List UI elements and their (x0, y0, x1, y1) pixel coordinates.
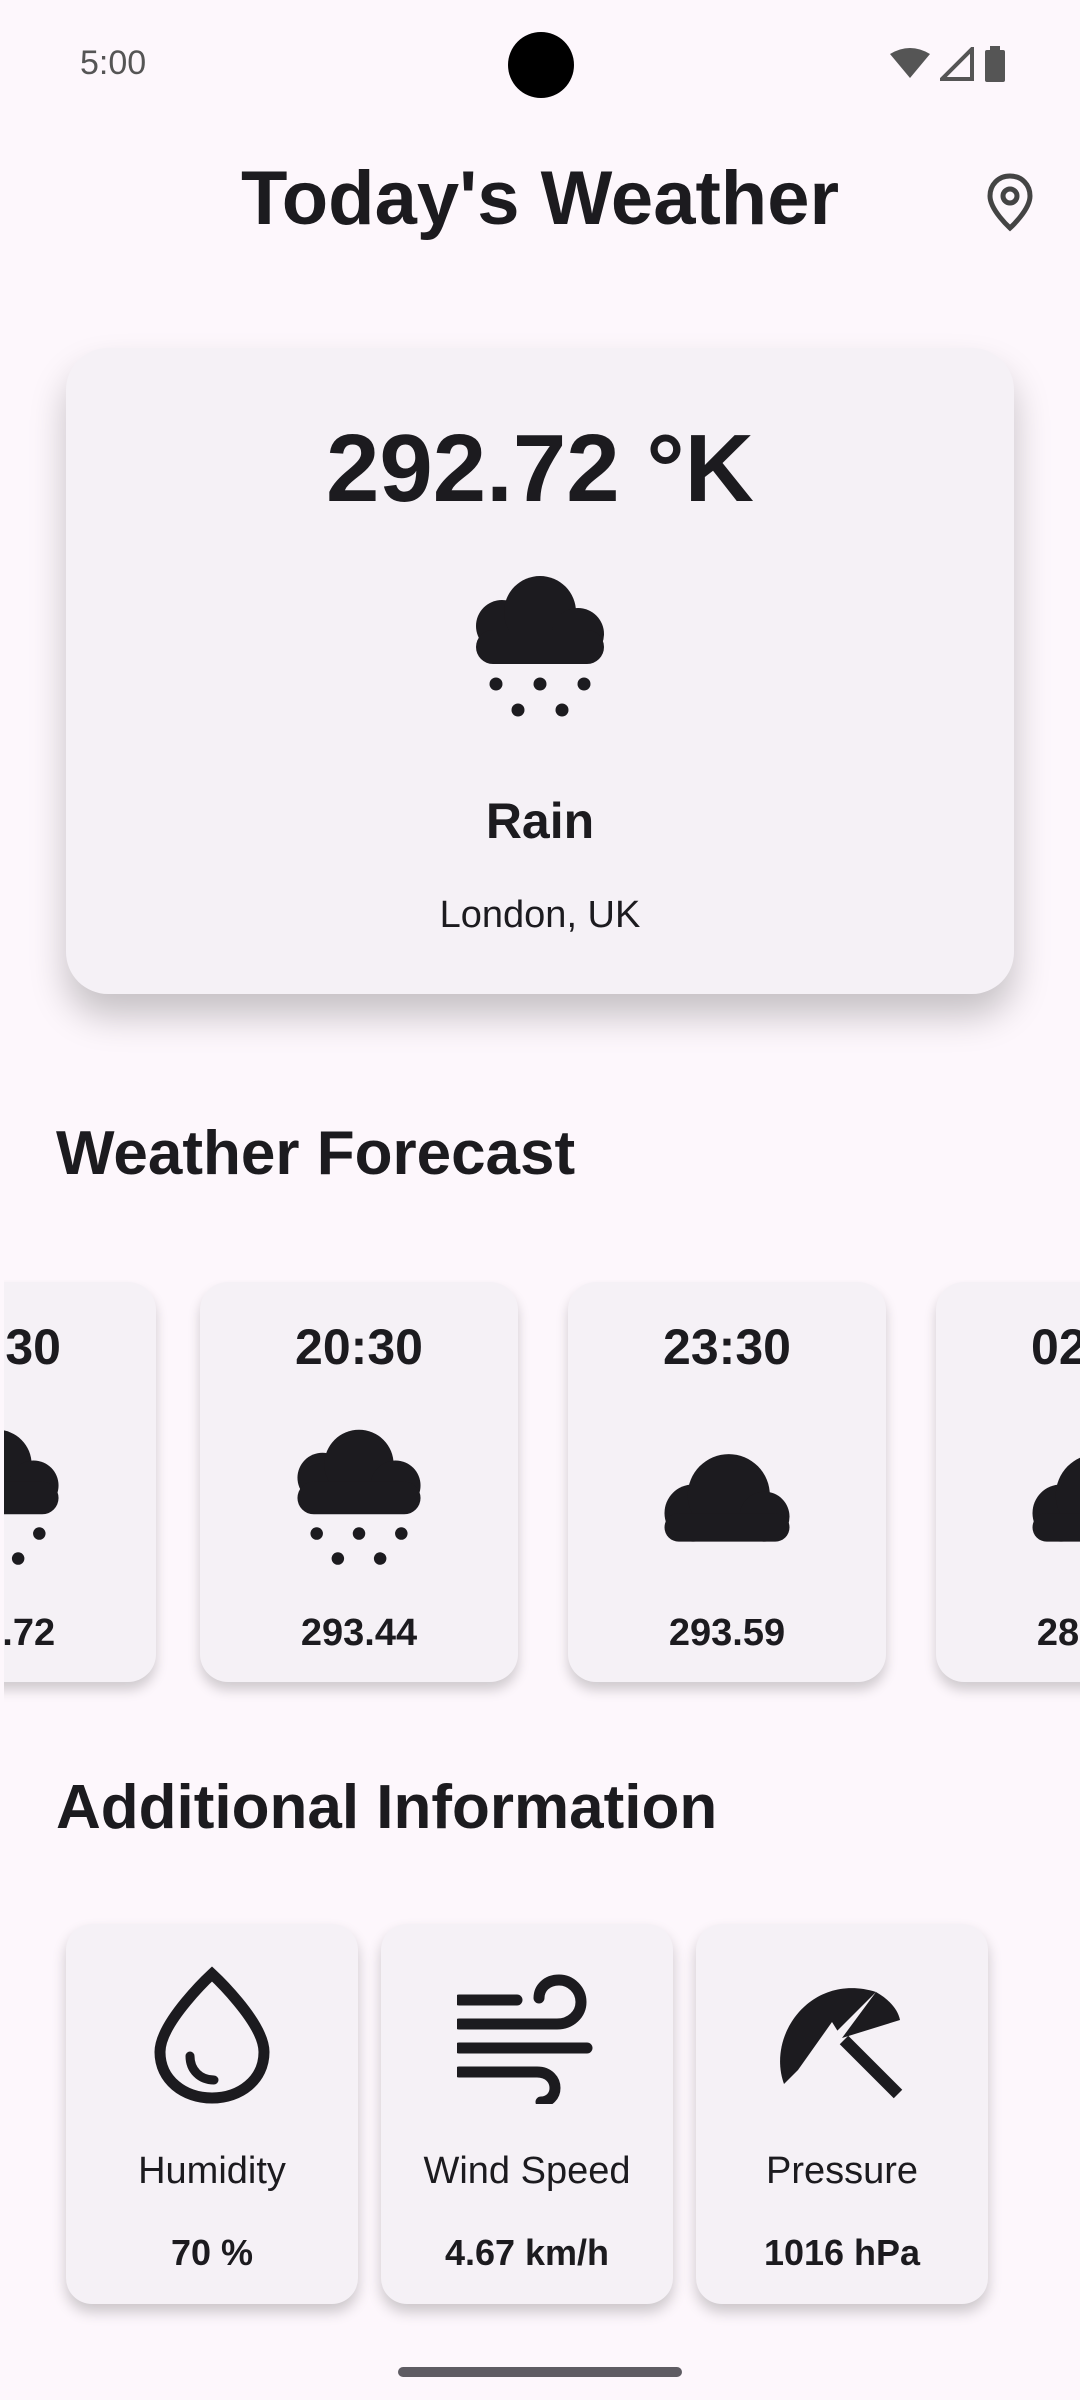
wind-speed-card: Wind Speed 4.67 km/h (381, 1924, 673, 2304)
forecast-time: 17:30 (4, 1319, 61, 1375)
location-button[interactable] (984, 172, 1036, 232)
pressure-value: 1016 hPa (763, 2232, 921, 2273)
forecast-card[interactable]: 20:30 293.44 (200, 1282, 518, 1682)
current-temperature: 292.72 °K (325, 415, 754, 522)
forecast-temp: 293.44 (300, 1612, 418, 1654)
rain-cloud-icon (297, 1429, 421, 1565)
pressure-card: Pressure 1016 hPa (696, 1924, 988, 2304)
status-bar-icons (890, 46, 1006, 82)
forecast-temp: 292.72 (4, 1612, 56, 1654)
forecast-time: 20:30 (295, 1319, 423, 1375)
wind-icon (457, 1974, 593, 2104)
page-title: Today's Weather (240, 156, 840, 241)
battery-icon (985, 46, 1005, 82)
umbrella-icon (780, 1988, 903, 2099)
forecast-card[interactable]: 17:30 292.72 (4, 1282, 156, 1682)
wifi-icon (890, 48, 930, 78)
forecast-temp: 293.59 (668, 1612, 786, 1654)
status-bar-time: 5:00 (80, 44, 147, 82)
forecast-card[interactable]: 23:30 293.59 (568, 1282, 886, 1682)
forecast-time: 02:30 (1031, 1319, 1080, 1375)
humidity-value: 70 % (170, 2232, 254, 2273)
cloud-icon (1032, 1454, 1080, 1542)
wind-speed-value: 4.67 km/h (444, 2232, 610, 2273)
water-drop-icon (154, 1966, 270, 2104)
camera-cutout (508, 32, 574, 98)
additional-info-title: Additional Information (56, 1773, 718, 1842)
current-condition: Rain (485, 793, 595, 849)
location-pin-icon (987, 173, 1033, 232)
forecast-section-title: Weather Forecast (56, 1119, 576, 1188)
home-indicator[interactable] (398, 2367, 682, 2377)
humidity-label: Humidity (138, 2150, 286, 2192)
forecast-time: 23:30 (663, 1319, 791, 1375)
forecast-temp: 289.00 (1036, 1612, 1080, 1654)
current-location: London, UK (439, 894, 641, 936)
pressure-label: Pressure (765, 2150, 919, 2192)
rain-cloud-icon (4, 1429, 59, 1565)
humidity-card: Humidity 70 % (66, 1924, 358, 2304)
current-weather-card: 292.72 °K Rain London, UK (66, 348, 1014, 994)
forecast-list[interactable]: 17:30 292.72 20:30 293.44 23:30 293.59 0… (4, 1280, 1080, 1710)
wind-speed-label: Wind Speed (423, 2150, 631, 2192)
forecast-card[interactable]: 02:30 289.00 (936, 1282, 1080, 1682)
cellular-signal-icon (940, 47, 974, 81)
cloud-icon (664, 1454, 790, 1542)
rain-cloud-icon (476, 576, 604, 717)
